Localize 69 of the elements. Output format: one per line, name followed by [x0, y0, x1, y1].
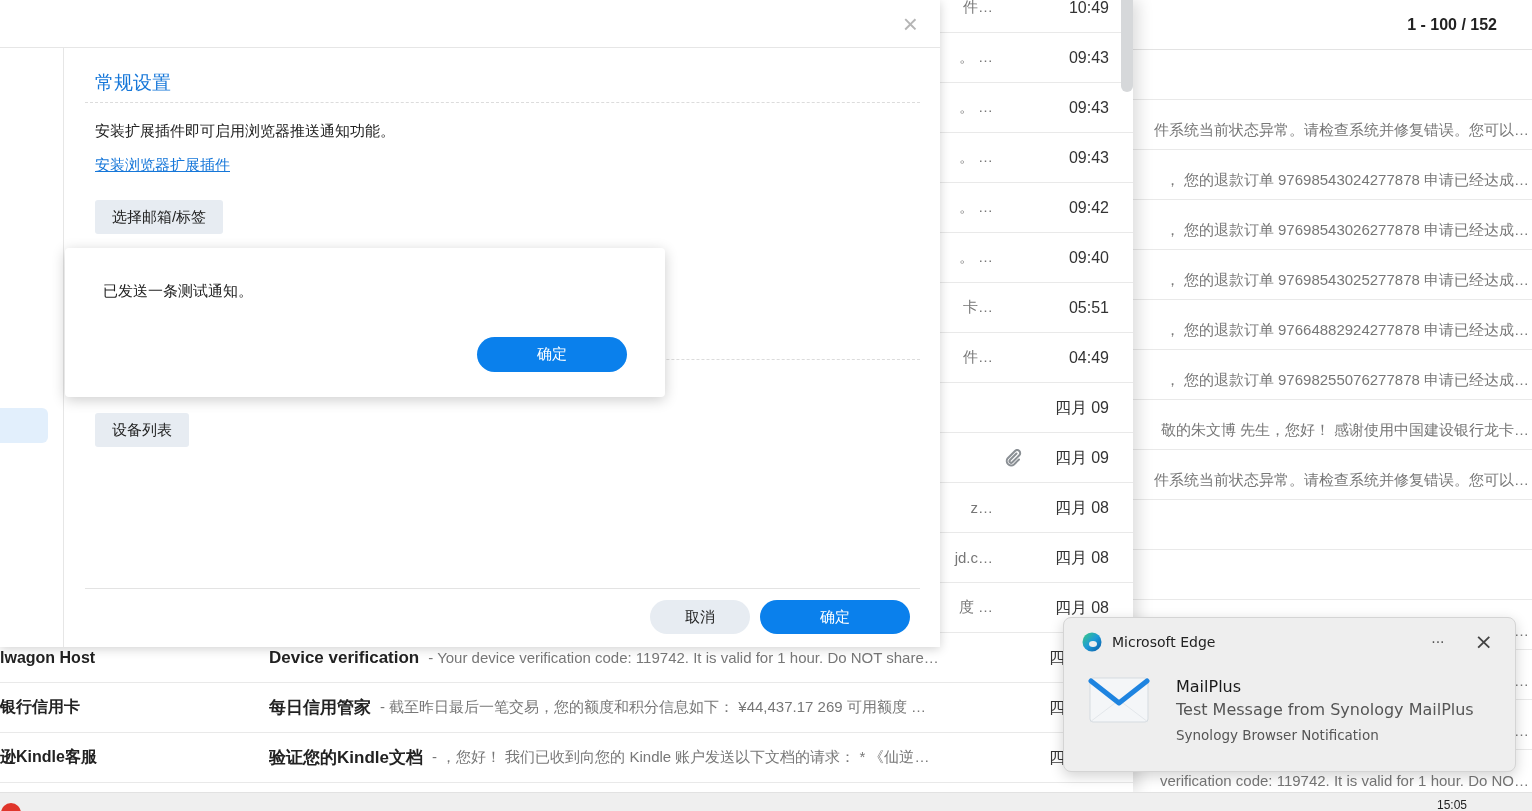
mail-snippet: 敬的朱文博 先生，您好！ 感谢使用中国建设银行龙卡…: [1160, 421, 1529, 440]
sender-name: 银行信用卡: [0, 697, 81, 717]
sidebar-item[interactable]: [0, 408, 48, 443]
notification-message: Test Message from Synology MailPlus: [1176, 699, 1474, 721]
mail-date: 09:43: [1067, 149, 1109, 166]
mail-snippet: - Your device verification code: 119742. It is valid for 1 hour. Do NOT share…: [428, 649, 939, 666]
mail-snippet: 。 …: [958, 248, 993, 267]
mail-date: 四: [1048, 699, 1066, 716]
mail-date: 四月 09: [1053, 399, 1109, 416]
mail-snippet: 件…: [963, 348, 993, 367]
mail-snippet: 卡…: [963, 298, 993, 317]
mail-date: 四: [1048, 649, 1066, 666]
mail-snippet: 件系统当前状态异常。请检查系统并修复错误。您可以…: [1154, 471, 1529, 490]
mail-date: 09:43: [1067, 49, 1109, 66]
mail-snippet: …: [1514, 622, 1529, 639]
mail-snippet: 。 …: [958, 98, 993, 117]
mail-subject: 每日信用管家: [269, 697, 371, 719]
mail-snippet: - 截至昨日最后一笔交易，您的额度和积分信息如下： ¥44,437.17 269 可用额度 …: [380, 698, 926, 717]
mail-snippet: 件…: [963, 0, 993, 17]
mail-snippet: z…: [970, 499, 993, 516]
mail-snippet: jd.c…: [954, 549, 993, 566]
mail-snippet: ， 您的退款订单 97698543026277878 申请已经达成…: [1164, 221, 1529, 240]
sender-name: 逊Kindle客服: [0, 747, 98, 767]
mail-snippet: ， 您的退款订单 97698543025277878 申请已经达成…: [1164, 271, 1529, 290]
notification-title: MailPlus: [1176, 676, 1243, 698]
confirm-button[interactable]: 确定: [477, 337, 627, 372]
page-range: 1 - 100 / 152: [1407, 15, 1497, 34]
mail-date: 10:49: [1067, 0, 1109, 16]
confirm-button[interactable]: 确定: [760, 600, 910, 634]
install-link[interactable]: 安装浏览器扩展插件: [95, 155, 230, 175]
mail-date: 05:51: [1067, 299, 1109, 316]
mail-date: 四月 09: [1053, 449, 1109, 466]
mail-snippet: 。 …: [958, 48, 993, 67]
alert-message: 已发送一条测试通知。: [103, 281, 254, 301]
mail-envelope-icon: [1088, 676, 1150, 724]
device-list-button[interactable]: 设备列表: [95, 413, 189, 447]
app-name: Microsoft Edge: [1112, 634, 1217, 650]
mail-date: 四月 08: [1053, 599, 1109, 616]
cancel-button[interactable]: 取消: [650, 600, 750, 634]
mail-snippet: ， 您的退款订单 97698255076277878 申请已经达成…: [1164, 371, 1529, 390]
sender-name: lwagon Host: [0, 648, 97, 667]
mail-snippet: verification code: 119742. It is valid for 1 hour. Do NO…: [1159, 772, 1529, 789]
mail-date: 四: [1048, 749, 1066, 766]
close-button[interactable]: ×: [1474, 631, 1493, 653]
mail-snippet: 。 …: [958, 198, 993, 217]
mail-snippet: 度 …: [958, 598, 993, 617]
mail-snippet: 。 …: [958, 148, 993, 167]
notification-source: Synology Browser Notification: [1176, 727, 1380, 743]
browser-logo-icon: [1082, 632, 1102, 652]
mail-date: 09:42: [1067, 199, 1109, 216]
mail-date: 04:49: [1067, 349, 1109, 366]
description-text: 安装扩展插件即可启用浏览器推送通知功能。: [95, 121, 396, 141]
mail-snippet: …: [1514, 672, 1529, 689]
section-title: 常规设置: [85, 48, 920, 103]
mail-subject: 验证您的Kindle文档: [269, 747, 423, 769]
mail-subject: Device verification: [269, 647, 420, 668]
more-button[interactable]: ···: [1431, 634, 1445, 650]
mail-snippet: ， 您的退款订单 97698543024277878 申请已经达成…: [1164, 171, 1529, 190]
mail-date: 四月 08: [1053, 549, 1109, 566]
mail-date: 09:43: [1067, 99, 1109, 116]
mail-snippet: …: [1514, 722, 1529, 739]
clock-time: 15:05: [1436, 798, 1467, 811]
mail-snippet: - ，您好！ 我们已收到向您的 Kindle 账户发送以下文档的请求： * 《仙逆…: [431, 748, 930, 767]
mail-date: 09:40: [1067, 249, 1109, 266]
mail-snippet: 件系统当前状态异常。请检查系统并修复错误。您可以…: [1154, 121, 1529, 140]
scrollbar-thumb[interactable]: [1121, 0, 1133, 92]
mail-snippet: ， 您的退款订单 97664882924277878 申请已经达成…: [1164, 321, 1529, 340]
select-mailbox-button[interactable]: 选择邮箱/标签: [95, 200, 224, 234]
mail-date: 四月 08: [1053, 499, 1109, 516]
